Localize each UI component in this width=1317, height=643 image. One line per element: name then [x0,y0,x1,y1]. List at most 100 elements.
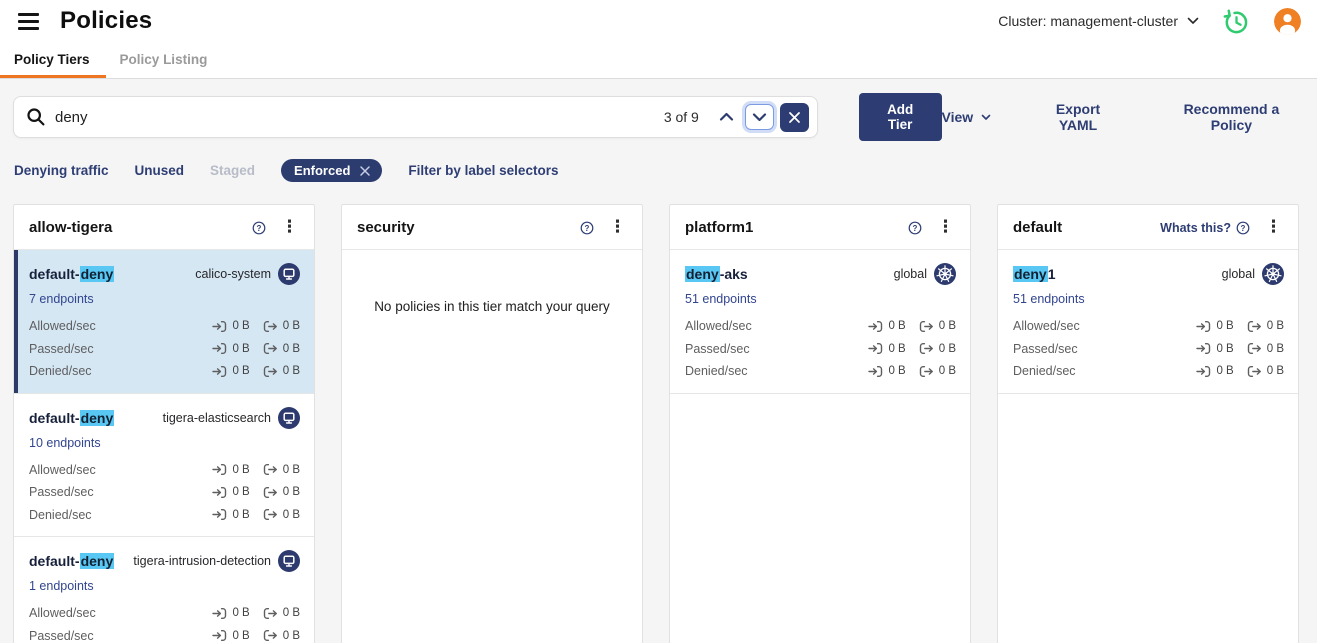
search-clear-button[interactable] [780,103,809,132]
egress-icon [263,320,278,333]
ingress-value: 0 B [1216,365,1233,377]
tier-menu-icon[interactable]: ⋮ [1259,217,1288,238]
egress-value: 0 B [939,365,956,377]
chip-close-icon[interactable] [359,165,371,177]
tab-policy-listing[interactable]: Policy Listing [106,42,224,78]
filter-filter-by-label-selectors[interactable]: Filter by label selectors [408,163,558,178]
tier-menu-icon[interactable]: ⋮ [603,217,632,238]
ingress-icon [1196,342,1211,355]
stat-row: Denied/sec 0 B 0 B [29,360,300,383]
add-tier-button[interactable]: Add Tier [859,93,942,141]
endpoints-link[interactable]: 7 endpoints [29,292,94,306]
filter-unused[interactable]: Unused [135,163,185,178]
stat-row: Allowed/sec 0 B 0 B [685,315,956,338]
ingress-value: 0 B [1216,320,1233,332]
namespace-icon [278,407,300,429]
tier-column-platform1: platform1 ? ⋮ deny-aks global [669,204,971,643]
history-restore-button[interactable] [1223,8,1250,35]
user-avatar-button[interactable] [1274,8,1301,35]
stat-label: Allowed/sec [29,463,96,477]
egress-icon [919,365,934,378]
endpoints-link[interactable]: 1 endpoints [29,579,94,593]
policy-stats: Allowed/sec 0 B 0 B [29,602,300,643]
view-dropdown[interactable]: View [942,109,992,125]
search-match-highlight: deny [685,266,720,282]
tier-menu-icon[interactable]: ⋮ [275,217,304,238]
ingress-value: 0 B [888,365,905,377]
policy-card[interactable]: default-deny tigera-elasticsearch 10 end… [14,394,314,538]
egress-value: 0 B [283,486,300,498]
ingress-icon [868,342,883,355]
tier-menu-icon[interactable]: ⋮ [931,217,960,238]
tier-name: default [1013,219,1062,236]
policy-card[interactable]: deny1 global [998,250,1298,394]
ingress-icon [212,342,227,355]
toolbar-links: View Export YAML Recommend a Policy [942,101,1304,133]
stat-label: Passed/sec [29,629,94,643]
endpoints-link[interactable]: 51 endpoints [1013,292,1085,306]
export-yaml-button[interactable]: Export YAML [1037,101,1119,133]
filter-staged: Staged [210,163,255,178]
avatar [1274,8,1301,35]
filter-denying-traffic[interactable]: Denying traffic [14,163,109,178]
policy-scope-label: global [1222,267,1255,281]
tier-columns: allow-tigera ? ⋮ default-deny calico-sys… [13,204,1304,643]
policy-card[interactable]: deny-aks global [670,250,970,394]
whats-this-link[interactable]: Whats this? ? [1160,221,1250,235]
tier-column-allow-tigera: allow-tigera ? ⋮ default-deny calico-sys… [13,204,315,643]
whats-this-link[interactable]: ? [247,221,266,235]
egress-value: 0 B [283,320,300,332]
svg-text:?: ? [257,223,262,232]
ingress-icon [212,320,227,333]
tier-header: platform1 ? ⋮ [670,205,970,250]
stat-row: Allowed/sec 0 B 0 B [29,602,300,625]
ingress-value: 0 B [888,343,905,355]
egress-value: 0 B [283,464,300,476]
egress-icon [263,486,278,499]
recommend-policy-button[interactable]: Recommend a Policy [1165,101,1298,133]
policy-card[interactable]: default-deny tigera-intrusion-detection … [14,537,314,643]
stat-row: Allowed/sec 0 B 0 B [29,459,300,482]
filter-chip-enforced[interactable]: Enforced [281,159,382,182]
egress-value: 0 B [283,509,300,521]
search-input[interactable] [55,109,664,126]
whats-this-link[interactable]: ? [903,221,922,235]
search-match-highlight: deny [1013,266,1048,282]
menu-icon[interactable] [16,11,41,32]
ingress-value: 0 B [232,343,249,355]
empty-tier-message: No policies in this tier match your quer… [342,299,642,314]
kubernetes-icon [934,263,956,285]
tier-header: security ? ⋮ [342,205,642,250]
namespace-icon [278,550,300,572]
ingress-value: 0 B [888,320,905,332]
stat-row: Denied/sec 0 B 0 B [29,504,300,527]
svg-text:?: ? [913,223,918,232]
tier-column-default: default Whats this? ? ⋮ deny1 global [997,204,1299,643]
policy-scope: global [1222,263,1284,285]
stat-label: Denied/sec [29,508,92,522]
filter-row: Denying traffic Unused Staged Enforced Fil… [14,158,1304,183]
tab-policy-tiers[interactable]: Policy Tiers [0,42,106,78]
namespace-icon [278,263,300,285]
policy-card[interactable]: default-deny calico-system 7 endpoints A… [14,250,314,394]
cluster-selector[interactable]: Cluster: management-cluster [998,13,1199,29]
egress-icon [263,365,278,378]
egress-value: 0 B [939,320,956,332]
egress-value: 0 B [939,343,956,355]
search-prev-button[interactable] [712,107,741,127]
whats-this-link[interactable]: ? [575,221,594,235]
stat-row: Allowed/sec 0 B 0 B [1013,315,1284,338]
search-match-highlight: deny [80,553,115,569]
policy-stats: Allowed/sec 0 B 0 B [29,459,300,527]
policy-scope-label: tigera-intrusion-detection [133,554,271,568]
whats-this-label: Whats this? [1160,221,1231,235]
egress-icon [919,320,934,333]
chevron-down-icon [981,114,991,121]
endpoints-link[interactable]: 51 endpoints [685,292,757,306]
content-area: 3 of 9 Add Tier [0,79,1317,643]
policy-stats: Allowed/sec 0 B 0 B [1013,315,1284,383]
search-next-button[interactable] [745,104,774,130]
endpoints-link[interactable]: 10 endpoints [29,436,101,450]
ingress-value: 0 B [232,365,249,377]
tier-body: deny-aks global [670,250,970,394]
